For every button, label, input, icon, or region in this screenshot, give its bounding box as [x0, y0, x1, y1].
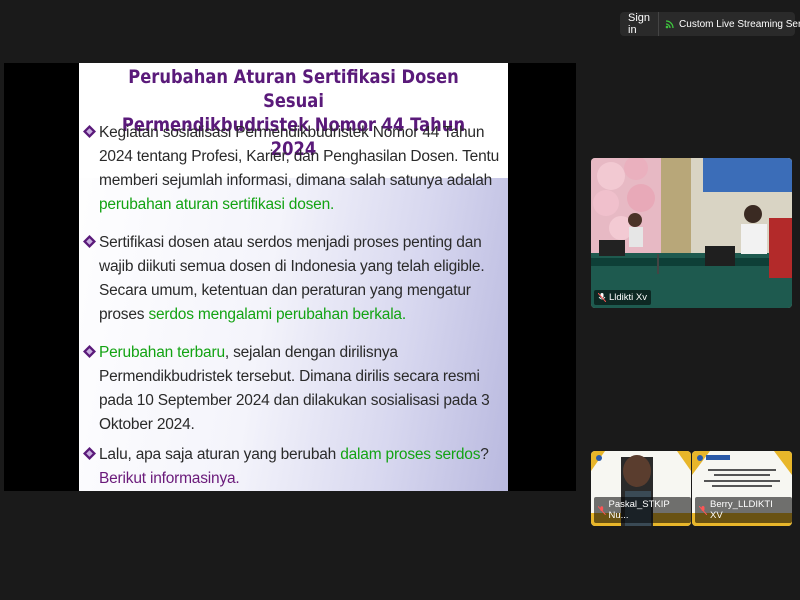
participant-video-main[interactable]: Lldikti Xv	[591, 158, 792, 308]
mic-off-icon	[598, 505, 606, 515]
diamond-bullet-icon	[83, 447, 96, 460]
diamond-bullet-icon	[83, 235, 96, 248]
bullet-1-highlight: perubahan aturan sertifikasi dosen.	[99, 196, 335, 213]
participant-name-tag: Berry_LLDIKTI XV	[695, 497, 792, 523]
diamond-bullet-icon	[83, 125, 96, 138]
live-signal-icon	[665, 20, 674, 29]
participant-video-berry[interactable]: Berry_LLDIKTI XV	[692, 451, 792, 526]
sign-in-button[interactable]: Sign in	[620, 12, 660, 36]
bullet-4-punct: ?	[480, 446, 489, 463]
mic-off-icon	[598, 293, 606, 302]
mic-off-icon	[699, 505, 707, 515]
bullet-2-highlight: serdos mengalami perubahan berkala.	[148, 306, 406, 323]
stream-label: Custom Live Streaming Service	[679, 18, 800, 30]
bullet-3-highlight: Perubahan terbaru	[99, 344, 225, 361]
participant-video-paskal[interactable]: Paskal_STKIP Nu...	[591, 451, 691, 526]
presentation-slide: Perubahan Aturan Sertifikasi Dosen Sesua…	[79, 63, 508, 491]
bullet-4-closing: Berikut informasinya.	[99, 470, 240, 487]
participant-tiles-row: Paskal_STKIP Nu... Berry_LLDIKTI XV	[591, 451, 792, 526]
bullet-4-highlight: dalam proses serdos	[340, 446, 481, 463]
bullet-1-text: Kegiatan sosialisasi Permendikbudristek …	[99, 124, 500, 189]
bullet-item: Perubahan terbaru, sejalan dengan dirili…	[83, 341, 502, 437]
slide-title-line-1: Perubahan Aturan Sertifikasi Dosen Sesua…	[128, 66, 459, 112]
bullet-4-text: Lalu, apa saja aturan yang berubah	[99, 446, 341, 463]
diamond-bullet-icon	[83, 345, 96, 358]
speaker-video-scene	[591, 158, 792, 308]
live-stream-status[interactable]: Custom Live Streaming Service ▾	[659, 19, 800, 30]
bullet-item: Sertifikasi dosen atau serdos menjadi pr…	[83, 231, 502, 327]
shared-screen: Perubahan Aturan Sertifikasi Dosen Sesua…	[4, 63, 576, 491]
slide-bullets: Kegiatan sosialisasi Permendikbudristek …	[83, 121, 502, 491]
bullet-item: Lalu, apa saja aturan yang berubah dalam…	[83, 443, 502, 491]
participant-name-tag: Paskal_STKIP Nu...	[594, 497, 691, 523]
bullet-item: Kegiatan sosialisasi Permendikbudristek …	[83, 121, 502, 217]
top-bar: Sign in Custom Live Streaming Service ▾	[620, 12, 800, 36]
participant-name-tag: Lldikti Xv	[594, 290, 652, 305]
